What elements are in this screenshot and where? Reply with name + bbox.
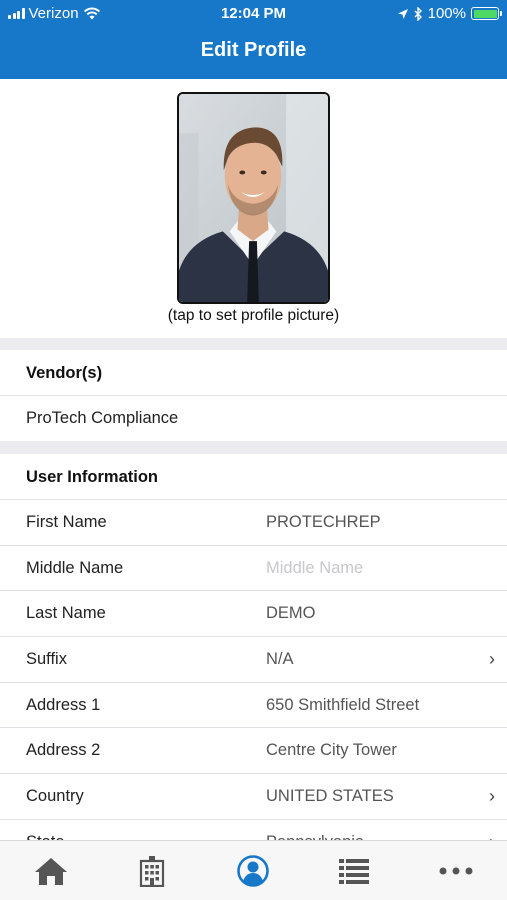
battery-icon (471, 7, 502, 20)
tab-profile[interactable] (202, 841, 303, 900)
more-icon (439, 867, 472, 875)
tab-more[interactable] (404, 841, 507, 900)
user-info-section-header: User Information (0, 454, 507, 500)
chevron-right-icon: › (489, 786, 495, 806)
tab-list[interactable] (303, 841, 404, 900)
vendor-name: ProTech Compliance (26, 409, 179, 427)
field-row-address-2[interactable]: Address 2 Centre City Tower (0, 728, 507, 774)
section-divider (0, 441, 507, 454)
field-label: Address 2 (26, 741, 101, 759)
list-icon (338, 859, 369, 884)
vendor-item[interactable]: ProTech Compliance (0, 396, 507, 441)
section-divider (0, 338, 507, 350)
tab-buildings[interactable] (101, 841, 202, 900)
user-info-heading: User Information (26, 468, 159, 486)
building-icon (139, 856, 164, 887)
page-title: Edit Profile (200, 39, 307, 61)
address-1-field[interactable]: 650 Smithfield Street (266, 696, 419, 715)
field-label: Country (26, 787, 84, 805)
address-2-field[interactable]: Centre City Tower (266, 741, 397, 760)
tab-home[interactable] (0, 841, 101, 900)
field-row-country[interactable]: Country UNITED STATES › (0, 774, 507, 820)
vendors-section-header: Vendor(s) (0, 350, 507, 396)
field-row-last-name[interactable]: Last Name DEMO (0, 591, 507, 637)
country-select[interactable]: UNITED STATES (266, 787, 394, 806)
field-row-first-name[interactable]: First Name PROTECHREP (0, 500, 507, 546)
tab-bar (0, 840, 507, 900)
status-bar: Verizon 12:04 PM 100% (0, 0, 507, 28)
field-label: Address 1 (26, 696, 101, 714)
nav-header: Verizon 12:04 PM 100% Edit Profile (0, 0, 507, 79)
chevron-right-icon: › (489, 649, 495, 669)
profile-picture-image (179, 94, 328, 302)
home-icon (34, 858, 67, 885)
field-row-address-1[interactable]: Address 1 650 Smithfield Street (0, 683, 507, 728)
battery-percent: 100% (427, 5, 466, 22)
battery-level-fill (473, 9, 497, 18)
suffix-select[interactable]: N/A (266, 650, 294, 669)
profile-photo-area: (tap to set profile picture) (0, 79, 507, 338)
vendors-heading: Vendor(s) (26, 364, 103, 382)
field-label: Middle Name (26, 559, 124, 577)
first-name-field[interactable]: PROTECHREP (266, 513, 381, 532)
field-row-middle-name[interactable]: Middle Name Middle Name (0, 546, 507, 591)
bluetooth-icon (414, 6, 422, 21)
profile-picture[interactable] (177, 92, 330, 304)
location-icon (397, 8, 408, 19)
field-label: Last Name (26, 604, 106, 622)
last-name-field[interactable]: DEMO (266, 604, 316, 623)
middle-name-field[interactable]: Middle Name (266, 559, 363, 578)
profile-picture-caption: (tap to set profile picture) (167, 307, 340, 324)
field-row-suffix[interactable]: Suffix N/A › (0, 637, 507, 683)
status-right: 100% (397, 5, 502, 22)
profile-icon (236, 855, 269, 887)
field-label: First Name (26, 513, 107, 531)
field-label: Suffix (26, 650, 67, 668)
